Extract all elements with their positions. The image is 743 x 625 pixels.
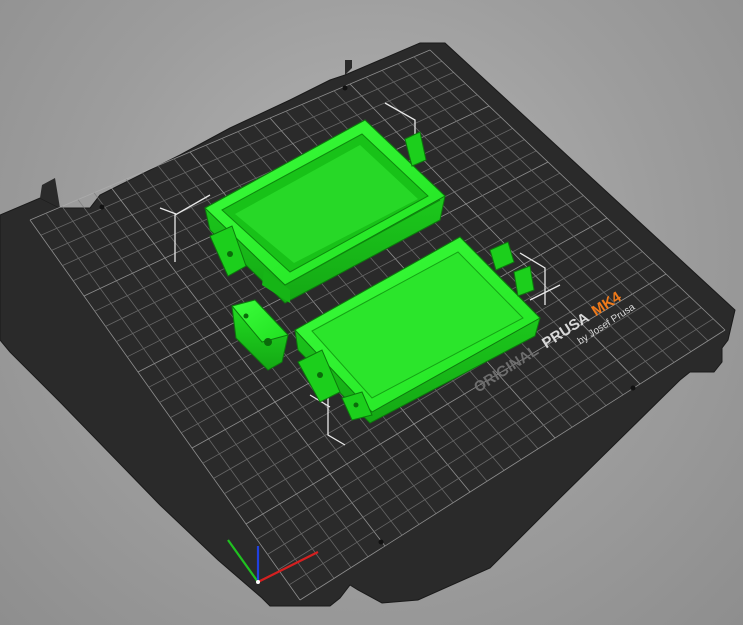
plater-scene[interactable]: ORIGINAL PRUSA MK4 by Josef Prusa [0, 0, 743, 625]
3d-viewport[interactable]: ORIGINAL PRUSA MK4 by Josef Prusa [0, 0, 743, 625]
